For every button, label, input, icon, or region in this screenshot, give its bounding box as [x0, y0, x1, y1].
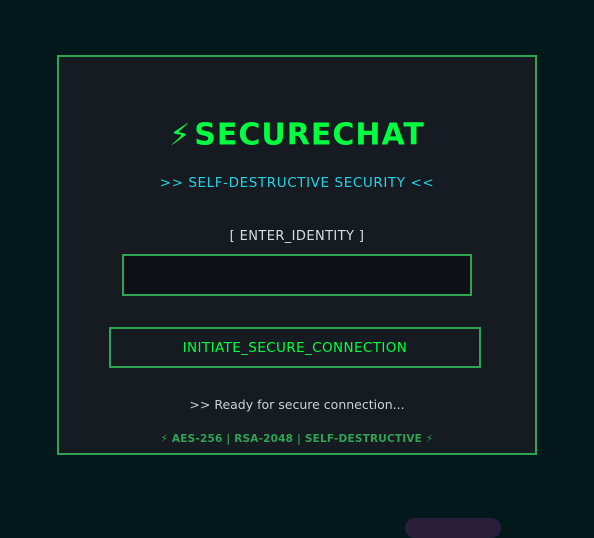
lightning-bolt-icon: ⚡ — [169, 117, 191, 153]
identity-label: [ ENTER_IDENTITY ] — [229, 229, 365, 244]
encryption-footer: ⚡ AES-256 | RSA-2048 | SELF-DESTRUCTIVE … — [160, 433, 434, 445]
login-panel: ⚡ SECURECHAT >> SELF-DESTRUCTIVE SECURITY… — [57, 55, 537, 455]
status-message: >> Ready for secure connection... — [189, 397, 405, 412]
app-subtitle: >> SELF-DESTRUCTIVE SECURITY << — [159, 175, 435, 191]
partial-floating-element — [405, 518, 501, 538]
initiate-connection-button[interactable]: INITIATE_SECURE_CONNECTION — [109, 327, 481, 368]
app-header: ⚡ SECURECHAT — [59, 117, 535, 154]
app-title: SECURECHAT — [194, 117, 425, 153]
identity-input[interactable] — [122, 254, 472, 296]
